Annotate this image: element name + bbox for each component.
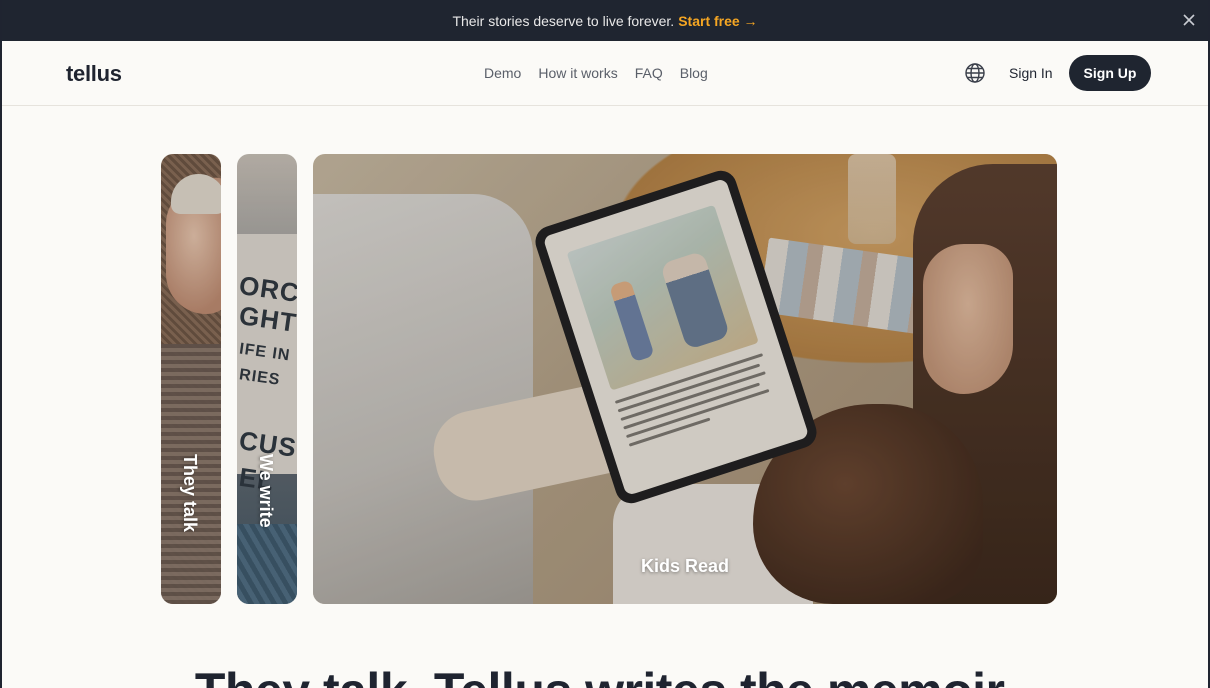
card-kids-read[interactable]: Kids Read: [313, 154, 1057, 604]
nav-link-faq[interactable]: FAQ: [635, 65, 663, 81]
announcement-text: Their stories deserve to live forever.: [452, 12, 675, 29]
sign-up-button[interactable]: Sign Up: [1069, 55, 1151, 91]
hero-headline: They talk. Tellus writes the memoir.: [0, 662, 1210, 688]
card-we-write[interactable]: ORC GHT IFE IN RIES CUS EL We write: [237, 154, 297, 604]
card-they-talk[interactable]: They talk: [161, 154, 221, 604]
globe-icon[interactable]: [964, 62, 986, 84]
close-icon[interactable]: [1180, 11, 1198, 29]
card-label: Kids Read: [640, 556, 730, 576]
nav-link-demo[interactable]: Demo: [484, 65, 521, 81]
card-label: They talk: [180, 454, 200, 533]
nav-link-blog[interactable]: Blog: [680, 65, 708, 81]
logo[interactable]: tellus: [66, 61, 122, 87]
nav-link-how-it-works[interactable]: How it works: [538, 65, 617, 81]
announcement-bar: Their stories deserve to live forever. S…: [0, 0, 1210, 41]
nav-links: Demo How it works FAQ Blog: [484, 65, 725, 81]
navbar: tellus Demo How it works FAQ Blog Sign I…: [0, 41, 1210, 106]
start-free-link[interactable]: Start free →: [678, 13, 757, 29]
card-label: We write: [256, 454, 276, 528]
sign-in-link[interactable]: Sign In: [1009, 65, 1053, 81]
